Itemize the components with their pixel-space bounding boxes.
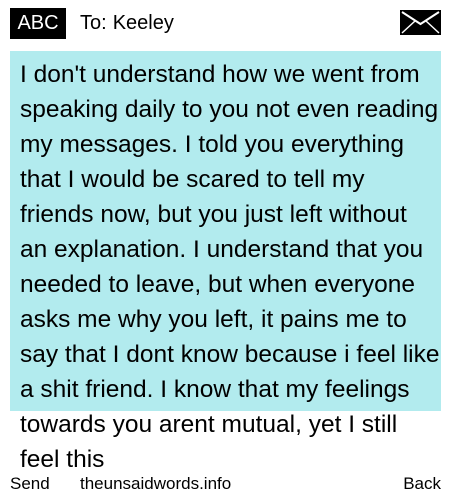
input-mode-indicator[interactable]: ABC [10, 8, 66, 39]
compose-header: ABC To: Keeley [0, 0, 450, 46]
recipient-name: Keeley [112, 12, 174, 34]
softkey-bar: Send theunsaidwords.info Back [0, 472, 450, 496]
compose-screen: ABC To: Keeley I don't understand how we … [0, 0, 450, 500]
site-watermark: theunsaidwords.info [80, 474, 232, 493]
to-label: To: [80, 12, 107, 34]
message-body[interactable]: I don't understand how we went from spea… [20, 57, 440, 477]
back-button[interactable]: Back [403, 472, 441, 496]
envelope-icon [400, 10, 441, 35]
send-button[interactable]: Send [10, 472, 50, 496]
recipient-field[interactable]: To: Keeley [80, 8, 174, 39]
